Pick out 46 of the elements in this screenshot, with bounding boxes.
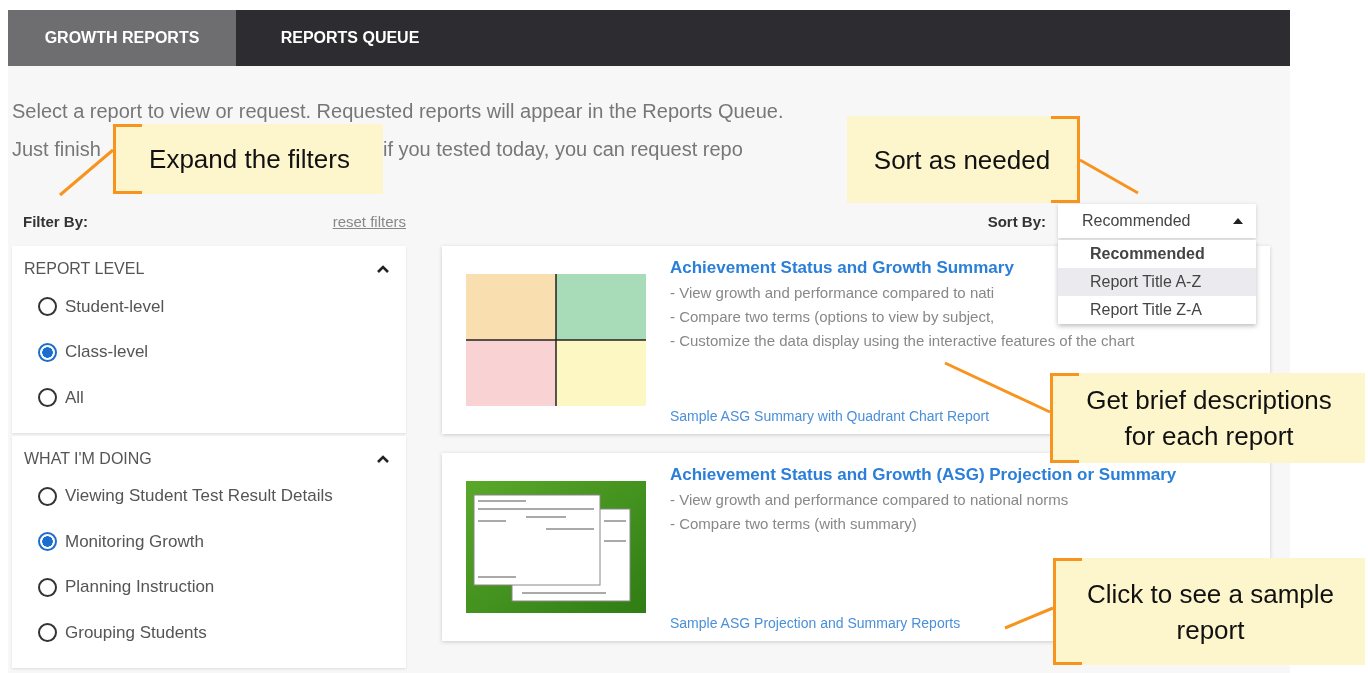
intro-text: if you tested today, you can request repo <box>382 137 743 162</box>
radio-label: Student-level <box>65 296 165 317</box>
callout-box: Get brief descriptions for each report <box>1050 373 1365 463</box>
intro-text: Select a report to view or request. Requested reports will appear in the Reports Queue. <box>12 99 785 124</box>
filter-group-title: WHAT I'M DOING <box>24 449 152 468</box>
radio-label: Class-level <box>65 342 149 363</box>
radio-button[interactable] <box>38 486 57 506</box>
report-description: - View growth and performance compared to national norms <box>670 490 1069 510</box>
radio-button[interactable] <box>38 342 57 362</box>
radio-button[interactable] <box>38 532 57 552</box>
radio-button[interactable] <box>38 577 57 597</box>
callout-box: Expand the filters <box>113 124 383 194</box>
tab[interactable]: GROWTH REPORTS <box>8 10 236 66</box>
callout-box: Sort as needed <box>847 116 1080 203</box>
filter-label: Filter By: <box>23 212 88 230</box>
sort-option[interactable]: Report Title A-Z <box>1058 268 1256 296</box>
report-description: - View growth and performance compared to nati <box>670 283 995 303</box>
leader-line <box>1079 158 1139 195</box>
radio-button[interactable] <box>38 623 57 643</box>
sort-option[interactable]: Report Title Z-A <box>1058 296 1256 324</box>
leader-line <box>1004 606 1054 630</box>
chevron-up-icon[interactable] <box>376 453 390 464</box>
report-description: - Customize the data display using the interactive features of the chart <box>670 331 1135 351</box>
chevron-up-icon[interactable] <box>376 264 390 274</box>
radio-label: All <box>65 387 84 408</box>
sort-option[interactable]: Recommended <box>1058 240 1256 268</box>
sample-report-link[interactable]: Sample ASG Projection and Summary Reports <box>670 615 961 631</box>
report-title-link[interactable]: Achievement Status and Growth Summary <box>670 258 1014 278</box>
radio-label: Viewing Student Test Result Details <box>65 486 333 507</box>
intro-text: Just finish <box>12 137 101 162</box>
radio-label: Planning Instruction <box>65 577 215 598</box>
radio-button[interactable] <box>38 388 57 408</box>
filter-group-title: REPORT LEVEL <box>24 260 145 278</box>
sort-dropdown[interactable]: Recommended <box>1058 204 1256 238</box>
tab[interactable]: REPORTS QUEUE <box>236 10 464 66</box>
callout-box: Click to see a sample report <box>1053 558 1365 665</box>
report-description: - Compare two terms (with summary) <box>670 514 917 534</box>
report-title-link[interactable]: Achievement Status and Growth (ASG) Projection or Summary <box>670 465 1177 485</box>
radio-label: Grouping Students <box>65 622 207 643</box>
sample-report-link[interactable]: Sample ASG Summary with Quadrant Chart Report <box>670 408 990 424</box>
radio-button[interactable] <box>38 297 57 317</box>
report-description: - Compare two terms (options to view by subject, <box>670 307 995 327</box>
caret-up-icon <box>1232 217 1244 225</box>
radio-label: Monitoring Growth <box>65 531 204 552</box>
reset-filters-link[interactable]: reset filters <box>332 212 406 230</box>
sort-label: Sort By: <box>987 212 1046 230</box>
